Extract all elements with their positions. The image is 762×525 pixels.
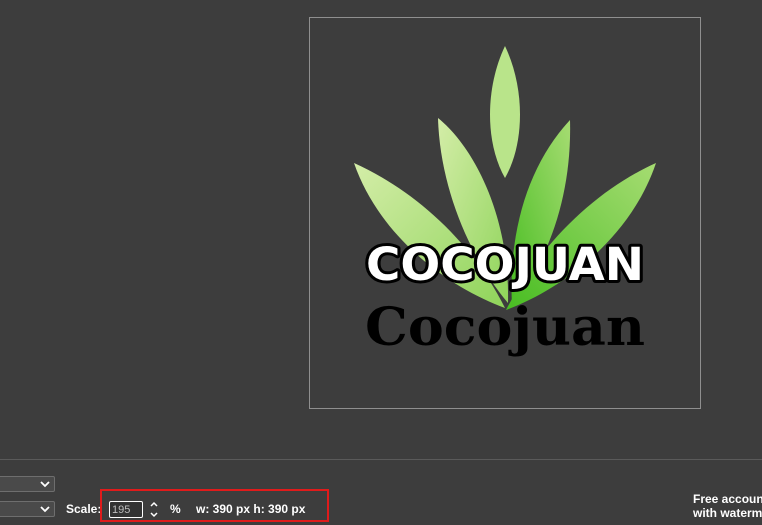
scale-label: Scale: <box>66 502 102 516</box>
scale-stepper[interactable] <box>148 500 160 519</box>
logo-subtitle-text: Cocojuan <box>365 297 645 358</box>
dimensions-readout: w: 390 px h: 390 px <box>196 502 306 516</box>
toolbar-divider <box>0 459 762 460</box>
free-note-line-2: with watermark <box>693 506 762 520</box>
logo-artwork: COCOJUAN Cocojuan <box>354 46 656 358</box>
logo-title-text: COCOJUAN <box>366 238 644 291</box>
option-dropdown-1[interactable] <box>0 476 55 492</box>
percent-sign: % <box>170 502 181 516</box>
leaf-center <box>490 46 520 178</box>
stepper-down-icon[interactable] <box>148 510 160 519</box>
free-account-note: Free account with watermark <box>693 492 762 520</box>
free-note-line-1: Free account <box>693 492 762 506</box>
scale-input[interactable] <box>109 501 143 518</box>
editor-window: COCOJUAN Cocojuan Scale: % w: 390 px h: … <box>0 0 762 525</box>
chevron-down-icon <box>40 481 50 488</box>
canvas-preview[interactable]: COCOJUAN Cocojuan <box>309 17 701 409</box>
stepper-up-icon[interactable] <box>148 500 160 509</box>
option-dropdown-2[interactable] <box>0 501 55 517</box>
chevron-down-icon <box>40 506 50 513</box>
